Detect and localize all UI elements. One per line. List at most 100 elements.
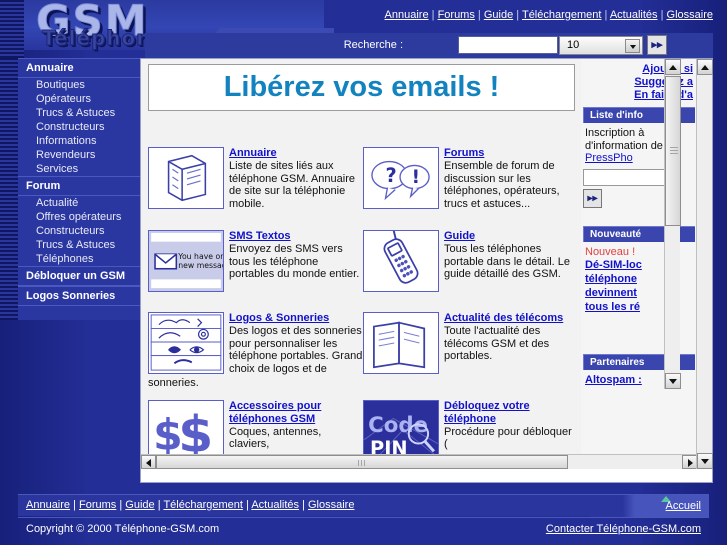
sidebar-group-debloquer[interactable]: Débloquer un GSM — [18, 266, 140, 286]
newsletter-submit-button[interactable]: ▸▸ — [583, 188, 602, 208]
svg-text:new message: new message — [178, 261, 223, 270]
svg-text:!: ! — [412, 167, 420, 188]
card-guide[interactable]: Guide Tous les téléphones portable dans … — [363, 230, 578, 292]
sidebar-item-forum-constructeurs[interactable]: Constructeurs — [18, 224, 140, 238]
chevron-down-icon[interactable] — [625, 39, 640, 53]
hscrollbar-grip — [358, 460, 366, 466]
sidebar-item-services[interactable]: Services — [18, 162, 140, 176]
sidebar-item-trucs-astuces[interactable]: Trucs & Astuces — [18, 106, 140, 120]
ad-banner[interactable]: Libérez vos emails ! — [148, 64, 575, 111]
scroll-down-icon[interactable] — [665, 373, 681, 389]
topnav-item-telechargement[interactable]: Téléchargement — [522, 9, 602, 21]
contact-link[interactable]: Contacter Téléphone-GSM.com — [546, 523, 701, 535]
topnav-item-annuaire[interactable]: Annuaire — [385, 9, 429, 21]
footer-item-telechargement[interactable]: Téléchargement — [163, 499, 243, 511]
card-desc-guide: Tous les téléphones portable dans le dét… — [444, 243, 570, 280]
card-annuaire[interactable]: Annuaire Liste de sites liés aux télépho… — [148, 147, 363, 210]
newsletter-provider-link[interactable]: PressPho — [585, 152, 633, 164]
search-input[interactable] — [458, 36, 558, 54]
card-desc-logos-sonneries: Des logos et des sonneries pour personna… — [229, 325, 363, 375]
page-scroll-up-icon[interactable] — [697, 59, 713, 75]
partner-item-altospam[interactable]: Altospam : — [581, 374, 646, 386]
sidebar-item-operateurs[interactable]: Opérateurs — [18, 92, 140, 106]
home-link[interactable]: Accueil — [666, 500, 701, 512]
scroll-left-icon[interactable] — [141, 455, 156, 469]
topnav-item-glossaire[interactable]: Glossaire — [667, 9, 713, 21]
sidebar-item-informations[interactable]: Informations — [18, 134, 140, 148]
scroll-up-icon[interactable] — [665, 59, 681, 75]
card-row: You have one new message SMS Textos Envo… — [148, 230, 578, 292]
newsletter-text: Inscription à d'information de — [585, 127, 663, 152]
mobile-phone-icon — [363, 230, 439, 292]
footer-divider — [18, 517, 709, 518]
footer-item-actualites[interactable]: Actualités — [251, 499, 299, 511]
card-text: Logos & Sonneries Des logos et des sonne… — [229, 312, 363, 375]
card-text: Actualité des télécoms Toute l'actualité… — [444, 312, 578, 375]
card-title-accessoires[interactable]: Accessoires pour téléphones GSM — [229, 400, 363, 426]
content-scroll-area: Libérez vos emails ! Annuaire Liste de s… — [141, 59, 697, 469]
svg-text:$: $ — [178, 404, 213, 461]
card-sms-textos[interactable]: You have one new message SMS Textos Envo… — [148, 230, 363, 292]
card-actualite-telecoms[interactable]: Actualité des télécoms Toute l'actualité… — [363, 312, 578, 375]
sidebar-group-logos-sonneries[interactable]: Logos Sonneries — [18, 286, 140, 306]
card-title-logos-sonneries[interactable]: Logos & Sonneries — [229, 312, 363, 325]
footer-sep: | — [116, 499, 126, 511]
card-title-guide[interactable]: Guide — [444, 230, 578, 243]
search-submit-button[interactable]: ▸▸ — [647, 35, 667, 55]
card-accessoires[interactable]: $ $ Accessoires pour téléphones GSM Coqu… — [148, 399, 363, 462]
sidebar-item-constructeurs[interactable]: Constructeurs — [18, 120, 140, 134]
card-desc-annuaire: Liste de sites liés aux téléphone GSM. A… — [229, 160, 355, 210]
card-debloquez[interactable]: Code PIN Débloquez votre téléphone Procé… — [363, 399, 578, 462]
sidebar-group-forum[interactable]: Forum — [18, 176, 140, 196]
sidebar-group-annuaire[interactable]: Annuaire — [18, 59, 140, 78]
topnav-item-guide[interactable]: Guide — [484, 9, 513, 21]
page-root: GSM Téléphone Annuaire | Forums | Guide … — [0, 0, 727, 545]
main-column: Libérez vos emails ! Annuaire Liste de s… — [141, 59, 581, 469]
page-scroll-down-icon[interactable] — [697, 453, 713, 469]
right-column-scrollbar[interactable] — [664, 59, 681, 389]
sidebar-item-offres-operateurs[interactable]: Offres opérateurs — [18, 210, 140, 224]
sidebar-item-revendeurs[interactable]: Revendeurs — [18, 148, 140, 162]
footer-item-glossaire[interactable]: Glossaire — [308, 499, 354, 511]
page-vertical-scrollbar[interactable] — [696, 59, 713, 469]
card-title-forums[interactable]: Forums — [444, 147, 578, 160]
search-select-value: 10 — [567, 39, 580, 51]
sidebar-item-forum-trucs-astuces[interactable]: Trucs & Astuces — [18, 238, 140, 252]
card-text: Forums Ensemble de forum de discussion s… — [444, 147, 578, 210]
card-text: Débloquez votre téléphone Procédure pour… — [444, 400, 578, 462]
card-row: Annuaire Liste de sites liés aux télépho… — [148, 147, 578, 210]
card-forums[interactable]: ? ! Forums Ensemble de forum de discussi… — [363, 147, 578, 210]
card-title-annuaire[interactable]: Annuaire — [229, 147, 363, 160]
card-title-debloquez[interactable]: Débloquez votre téléphone — [444, 400, 578, 426]
footer-navigation: Annuaire | Forums | Guide | Téléchargeme… — [18, 494, 709, 517]
topnav-item-forums[interactable]: Forums — [438, 9, 475, 21]
card-desc-forums: Ensemble de forum de discussion sur les … — [444, 160, 560, 210]
left-sidebar: Annuaire Boutiques Opérateurs Trucs & As… — [18, 58, 140, 320]
footer-item-forums[interactable]: Forums — [79, 499, 116, 511]
home-tab[interactable]: Accueil — [589, 495, 709, 517]
footer-item-guide[interactable]: Guide — [125, 499, 154, 511]
scroll-right-icon[interactable] — [682, 455, 697, 469]
search-results-count-select[interactable]: 10 — [559, 36, 643, 55]
footer-sep: | — [70, 499, 80, 511]
header-stripe-decoration — [0, 0, 24, 58]
topnav-sep: | — [513, 9, 522, 21]
card-title-sms-textos[interactable]: SMS Textos — [229, 230, 363, 243]
scrollbar-grip — [670, 147, 678, 155]
card-logos-sonneries[interactable]: Logos & Sonneries Des logos et des sonne… — [148, 312, 363, 375]
hscrollbar-thumb[interactable] — [156, 455, 568, 469]
card-text: Accessoires pour téléphones GSM Coques, … — [229, 400, 363, 462]
ad-banner-text: Libérez vos emails ! — [223, 71, 500, 103]
svg-text:Code: Code — [368, 412, 428, 437]
sidebar-item-boutiques[interactable]: Boutiques — [18, 78, 140, 92]
open-book-icon — [363, 312, 439, 374]
sidebar-item-actualite[interactable]: Actualité — [18, 196, 140, 210]
scrollbar-thumb[interactable] — [665, 76, 681, 226]
footer-item-annuaire[interactable]: Annuaire — [26, 499, 70, 511]
sidebar-item-telephones[interactable]: Téléphones — [18, 252, 140, 266]
card-text: SMS Textos Envoyez des SMS vers tous les… — [229, 230, 363, 292]
content-horizontal-scrollbar[interactable] — [141, 454, 697, 469]
search-label: Recherche : — [343, 39, 403, 51]
topnav-item-actualites[interactable]: Actualités — [610, 9, 658, 21]
card-title-actualite-telecoms[interactable]: Actualité des télécoms — [444, 312, 578, 325]
